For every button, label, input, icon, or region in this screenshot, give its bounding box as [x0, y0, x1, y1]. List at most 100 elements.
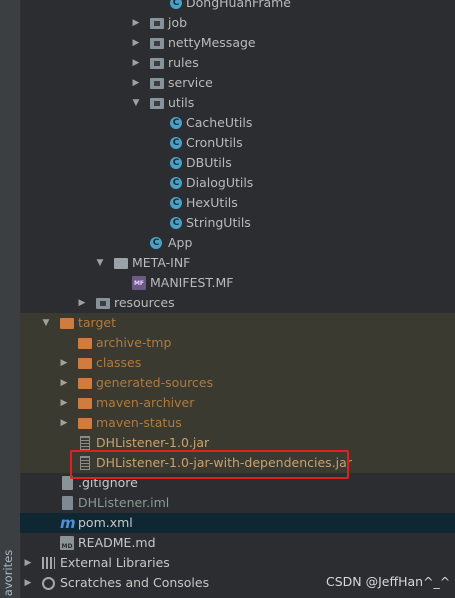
- tree-item-label: classes: [96, 355, 142, 370]
- tree-item-string-utils[interactable]: C StringUtils: [20, 213, 455, 233]
- tree-item-label: MANIFEST.MF: [150, 275, 234, 290]
- package-icon: [150, 78, 164, 89]
- tree-item-label: generated-sources: [96, 375, 214, 390]
- tree-item-label: job: [168, 15, 188, 30]
- tree-item-label: Scratches and Consoles: [60, 575, 210, 590]
- package-icon: [150, 98, 164, 109]
- maven-icon: m: [60, 514, 76, 532]
- chevron-right-icon[interactable]: ▶: [76, 293, 88, 313]
- tree-item-label: DHListener.iml: [78, 495, 170, 510]
- tree-item-label: App: [168, 235, 193, 250]
- chevron-down-icon[interactable]: ▼: [130, 93, 142, 113]
- class-icon: C: [170, 117, 182, 129]
- tree-item-target[interactable]: ▼ target: [20, 313, 455, 333]
- tree-item-label: CronUtils: [186, 135, 243, 150]
- chevron-right-icon[interactable]: ▶: [58, 413, 70, 433]
- folder-icon: [78, 378, 92, 389]
- chevron-right-icon[interactable]: ▶: [22, 553, 34, 573]
- resources-folder-icon: [96, 298, 110, 309]
- tree-item-maven-archiver[interactable]: ▶ maven-archiver: [20, 393, 455, 413]
- tree-item-iml[interactable]: DHListener.iml: [20, 493, 455, 513]
- class-icon: C: [170, 177, 182, 189]
- package-icon: [150, 58, 164, 69]
- folder-icon: [78, 418, 92, 429]
- tree-item-manifest[interactable]: MF MANIFEST.MF: [20, 273, 455, 293]
- tree-item-db-utils[interactable]: C DBUtils: [20, 153, 455, 173]
- chevron-right-icon[interactable]: ▶: [58, 373, 70, 393]
- tree-item-cache-utils[interactable]: C CacheUtils: [20, 113, 455, 133]
- tree-item-label: nettyMessage: [168, 35, 256, 50]
- tree-item-hex-utils[interactable]: C HexUtils: [20, 193, 455, 213]
- tree-item-netty-message[interactable]: ▶ nettyMessage: [20, 33, 455, 53]
- folder-icon: [78, 358, 92, 369]
- project-tree: C DongHuanFrame ▶ job ▶ nettyMessage ▶ r…: [20, 0, 455, 598]
- class-icon: C: [170, 157, 182, 169]
- watermark: CSDN @JeffHan^_^: [326, 574, 451, 589]
- chevron-down-icon[interactable]: ▼: [40, 313, 52, 333]
- folder-icon: [114, 258, 128, 269]
- tree-item-generated-sources[interactable]: ▶ generated-sources: [20, 373, 455, 393]
- tree-item-pom[interactable]: m pom.xml: [20, 513, 455, 533]
- chevron-down-icon[interactable]: ▼: [94, 253, 106, 273]
- chevron-right-icon[interactable]: ▶: [58, 353, 70, 373]
- chevron-right-icon[interactable]: ▶: [130, 13, 142, 33]
- favorites-label: avorites: [1, 549, 16, 597]
- manifest-icon: MF: [132, 276, 146, 290]
- tree-item-rules[interactable]: ▶ rules: [20, 53, 455, 73]
- tree-item-label: External Libraries: [60, 555, 170, 570]
- module-file-icon: [62, 496, 73, 510]
- tree-item-label: utils: [168, 95, 195, 110]
- markdown-icon: MD: [60, 536, 74, 550]
- tree-item-label: resources: [114, 295, 175, 310]
- package-icon: [150, 18, 164, 29]
- class-icon: C: [170, 0, 182, 9]
- tree-item-resources[interactable]: ▶ resources: [20, 293, 455, 313]
- tree-item-label: DBUtils: [186, 155, 232, 170]
- class-icon: C: [170, 137, 182, 149]
- folder-icon: [78, 398, 92, 409]
- tree-item-maven-status[interactable]: ▶ maven-status: [20, 413, 455, 433]
- chevron-right-icon[interactable]: ▶: [130, 33, 142, 53]
- runnable-class-icon: C: [150, 237, 162, 249]
- tree-item-job[interactable]: ▶ job: [20, 13, 455, 33]
- tree-item-label: CacheUtils: [186, 115, 253, 130]
- highlight-box: [70, 450, 349, 479]
- tree-item-classes[interactable]: ▶ classes: [20, 353, 455, 373]
- tree-item-dialog-utils[interactable]: C DialogUtils: [20, 173, 455, 193]
- favorites-tab[interactable]: avorites: [1, 548, 19, 598]
- left-tool-strip: avorites: [0, 0, 21, 598]
- folder-icon: [60, 318, 74, 329]
- tree-item-label: StringUtils: [186, 215, 251, 230]
- tree-item-label: maven-archiver: [96, 395, 195, 410]
- tree-item-app[interactable]: C App: [20, 233, 455, 253]
- tree-item-readme[interactable]: MD README.md: [20, 533, 455, 553]
- tree-item-archive-tmp[interactable]: archive-tmp: [20, 333, 455, 353]
- tree-item-cron-utils[interactable]: C CronUtils: [20, 133, 455, 153]
- tree-item-dong-huan-frame[interactable]: C DongHuanFrame: [20, 0, 455, 13]
- tree-item-service[interactable]: ▶ service: [20, 73, 455, 93]
- tree-item-meta-inf[interactable]: ▼ META-INF: [20, 253, 455, 273]
- tree-item-label: DongHuanFrame: [186, 0, 291, 10]
- tree-item-label: rules: [168, 55, 199, 70]
- tree-item-label: DialogUtils: [186, 175, 254, 190]
- tree-item-label: service: [168, 75, 213, 90]
- tree-item-label: META-INF: [132, 255, 191, 270]
- tree-item-label: HexUtils: [186, 195, 238, 210]
- class-icon: C: [170, 217, 182, 229]
- folder-icon: [78, 338, 92, 349]
- package-icon: [150, 38, 164, 49]
- tree-item-utils[interactable]: ▼ utils: [20, 93, 455, 113]
- chevron-right-icon[interactable]: ▶: [130, 53, 142, 73]
- chevron-right-icon[interactable]: ▶: [130, 73, 142, 93]
- library-icon: [42, 557, 55, 569]
- tree-item-label: archive-tmp: [96, 335, 172, 350]
- chevron-right-icon[interactable]: ▶: [58, 393, 70, 413]
- tree-item-label: target: [78, 315, 117, 330]
- tree-item-label: maven-status: [96, 415, 182, 430]
- chevron-right-icon[interactable]: ▶: [22, 573, 34, 593]
- scratches-icon: [42, 577, 55, 590]
- tree-item-label: pom.xml: [78, 515, 133, 530]
- class-icon: C: [170, 197, 182, 209]
- tree-item-label: README.md: [78, 535, 156, 550]
- tree-item-external-libraries[interactable]: ▶ External Libraries: [20, 553, 455, 573]
